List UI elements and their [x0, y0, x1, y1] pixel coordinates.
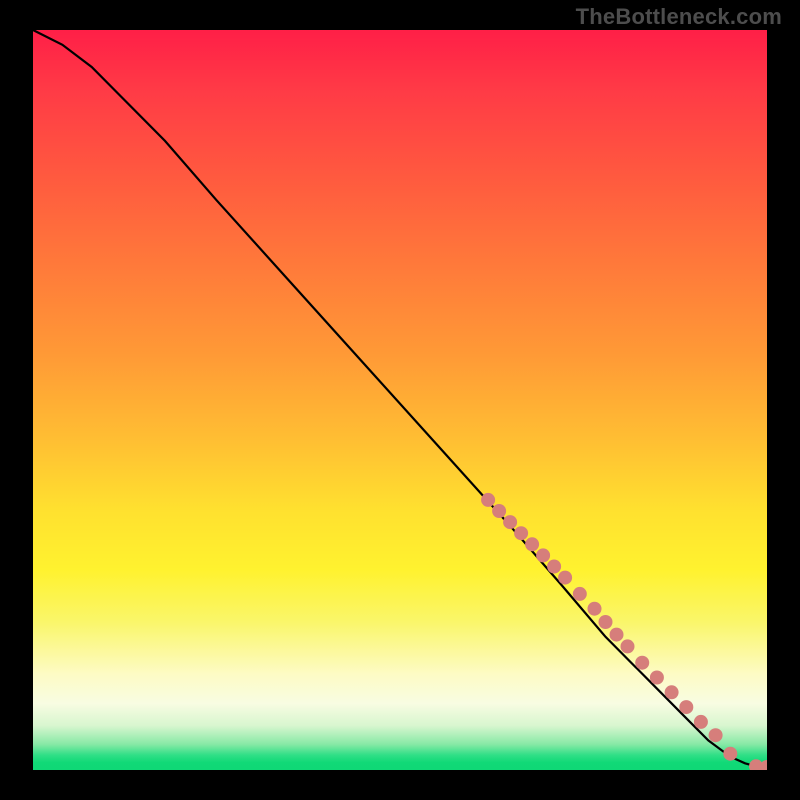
highlight-dot: [525, 537, 539, 551]
highlight-dot: [635, 656, 649, 670]
highlight-dot: [547, 560, 561, 574]
highlight-dot: [650, 671, 664, 685]
highlight-dot: [588, 602, 602, 616]
highlight-dot: [610, 628, 624, 642]
highlight-dot: [573, 587, 587, 601]
highlight-dot: [558, 571, 572, 585]
chart-svg: [33, 30, 767, 770]
highlight-dot: [481, 493, 495, 507]
watermark-label: TheBottleneck.com: [576, 4, 782, 30]
bottleneck-curve: [33, 30, 767, 767]
highlight-dot: [665, 685, 679, 699]
highlight-dot: [621, 639, 635, 653]
highlight-dot: [679, 700, 693, 714]
highlight-dot: [536, 548, 550, 562]
highlight-dot: [709, 728, 723, 742]
highlight-dot: [492, 504, 506, 518]
highlight-dot: [503, 515, 517, 529]
highlight-dots-group: [481, 493, 767, 770]
highlight-dot: [694, 715, 708, 729]
highlight-dot: [599, 615, 613, 629]
highlight-dot: [514, 526, 528, 540]
highlight-dot: [723, 747, 737, 761]
chart-frame: TheBottleneck.com: [0, 0, 800, 800]
plot-area: [33, 30, 767, 770]
